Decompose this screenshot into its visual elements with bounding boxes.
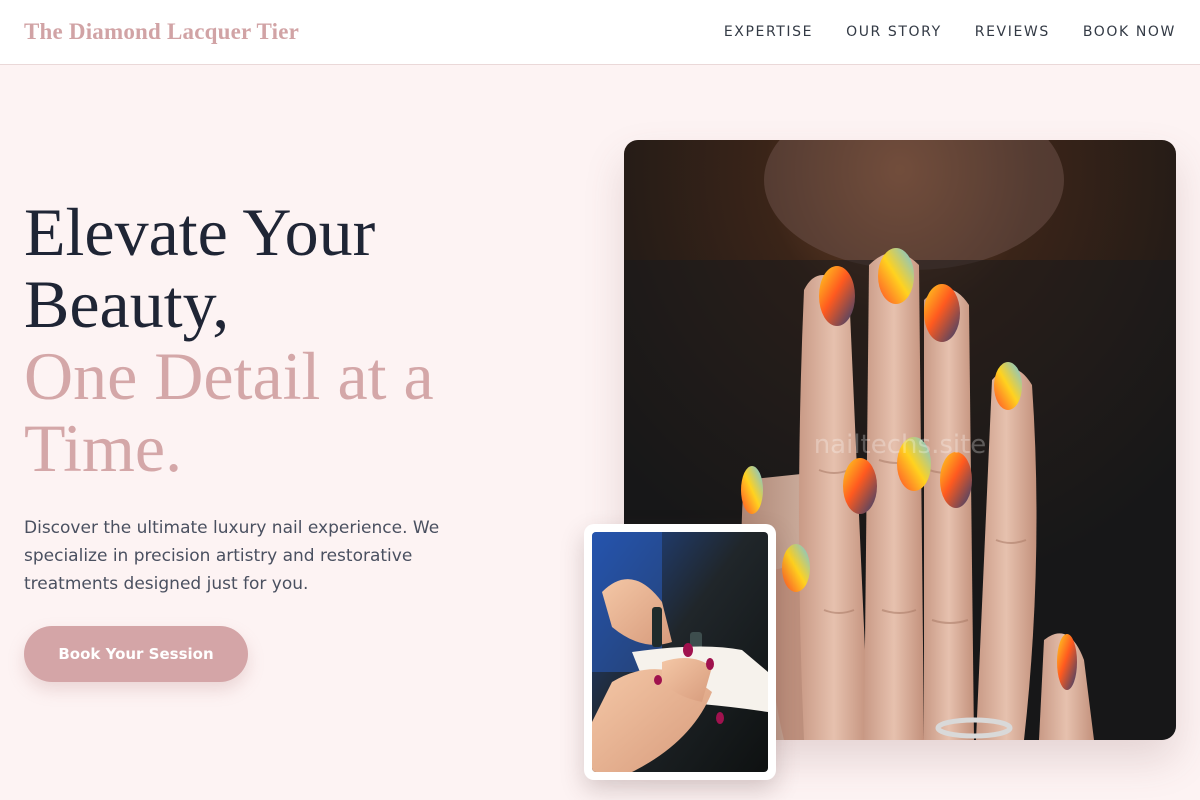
headline-line-2: Beauty, — [24, 266, 230, 342]
image-watermark: nailtechs.site — [813, 430, 987, 460]
headline-accent-line-2: Time. — [24, 410, 183, 486]
hero-description: Discover the ultimate luxury nail experi… — [24, 518, 440, 594]
nav-our-story[interactable]: OUR STORY — [846, 24, 942, 40]
site-header: The Diamond Lacquer Tier EXPERTISE OUR S… — [0, 0, 1200, 65]
nav-book-now[interactable]: BOOK NOW — [1083, 24, 1176, 40]
nail-polish-application-image — [592, 532, 768, 772]
nav-expertise[interactable]: EXPERTISE — [724, 24, 813, 40]
hero-text: Elevate Your Beauty, One Detail at a Tim… — [24, 196, 544, 598]
headline-line-1: Elevate Your — [24, 194, 376, 270]
main-nav: EXPERTISE OUR STORY REVIEWS BOOK NOW — [724, 24, 1176, 40]
book-session-button[interactable]: Book Your Session — [24, 626, 248, 682]
nav-reviews[interactable]: REVIEWS — [975, 24, 1050, 40]
manicure-thumbnail — [592, 532, 768, 772]
brand-logo[interactable]: The Diamond Lacquer Tier — [24, 19, 299, 45]
headline-accent-line-1: One Detail at a — [24, 338, 434, 414]
hero-secondary-image-card — [584, 524, 776, 780]
hero-headline: Elevate Your Beauty, One Detail at a Tim… — [24, 196, 544, 484]
